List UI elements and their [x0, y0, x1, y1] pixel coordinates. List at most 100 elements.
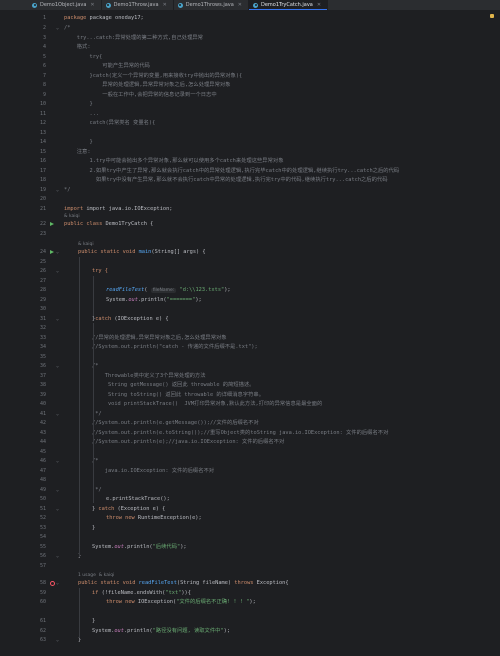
line-number[interactable]: 61 — [0, 617, 46, 626]
tab-demo1throw[interactable]: Demo1Throw.java ✕ — [102, 0, 174, 10]
line-number[interactable]: 49 — [0, 486, 46, 495]
close-icon[interactable]: ✕ — [163, 2, 167, 8]
breakpoint-icon[interactable] — [50, 581, 55, 586]
line-number[interactable]: 55 — [0, 543, 46, 552]
java-class-icon — [253, 2, 258, 8]
line-number[interactable]: 32 — [0, 324, 46, 333]
line-number-gutter[interactable]: 1 2 3 4 5 6 7 8 9 10 11 12 13 14 15 16 17 18 19 20 21 22 23 24 2… — [0, 11, 60, 656]
line-number[interactable]: 50 — [0, 495, 46, 504]
run-gutter-icon[interactable] — [50, 222, 54, 226]
line-number[interactable]: 18 — [0, 176, 46, 185]
fold-icon[interactable]: ⌄ — [56, 411, 59, 417]
line-number[interactable]: 9 — [0, 91, 46, 100]
line-number[interactable]: 25 — [0, 258, 46, 267]
indent-guide — [79, 588, 80, 638]
line-number[interactable]: 62 — [0, 627, 46, 636]
line-number[interactable]: 53 — [0, 524, 46, 533]
line-number[interactable]: 5 — [0, 53, 46, 62]
line-number[interactable]: 60 — [0, 598, 46, 607]
line-number[interactable]: 26 — [0, 267, 46, 276]
fold-icon[interactable]: ⌄ — [56, 25, 59, 31]
line-number[interactable]: 3 — [0, 34, 46, 43]
warning-indicator-icon[interactable] — [490, 14, 494, 18]
line-number[interactable]: 8 — [0, 81, 46, 90]
fold-icon[interactable]: ⌄ — [56, 268, 59, 274]
line-number[interactable]: 11 — [0, 110, 46, 119]
line-number[interactable]: 10 — [0, 100, 46, 109]
tab-demo1object[interactable]: Demo1Object.java ✕ — [28, 0, 102, 10]
code-line: 异常的处理逻辑,异常异常对象之后,怎么处理异常对象 — [64, 82, 231, 88]
line-number[interactable]: 14 — [0, 138, 46, 147]
tab-demo1throws[interactable]: Demo1Throws.java ✕ — [174, 0, 249, 10]
code-line: //System.out.println(e);//java.io.IOExce… — [92, 439, 285, 445]
line-number[interactable]: 30 — [0, 305, 46, 314]
close-icon[interactable]: ✕ — [238, 2, 242, 8]
line-number[interactable]: 17 — [0, 167, 46, 176]
line-number[interactable]: 51 — [0, 505, 46, 514]
line-number[interactable]: 56 — [0, 552, 46, 561]
line-number[interactable]: 42 — [0, 419, 46, 428]
code-line: //System.out.println("catch - 传递的文件后缀不是.… — [92, 344, 258, 350]
line-number[interactable]: 39 — [0, 391, 46, 400]
close-icon[interactable]: ✕ — [90, 2, 94, 8]
line-number[interactable]: 15 — [0, 148, 46, 157]
line-number[interactable]: 29 — [0, 296, 46, 305]
line-number[interactable]: 46 — [0, 457, 46, 466]
line-number[interactable]: 31 — [0, 315, 46, 324]
line-number[interactable]: 20 — [0, 195, 46, 204]
line-number[interactable]: 13 — [0, 129, 46, 138]
fold-icon[interactable]: ⌄ — [56, 363, 59, 369]
close-icon[interactable]: ✕ — [317, 2, 321, 8]
fold-icon[interactable]: ⌄ — [56, 580, 59, 586]
line-number[interactable]: 6 — [0, 62, 46, 71]
fold-icon[interactable]: ⌄ — [56, 553, 59, 559]
line-number[interactable]: 52 — [0, 514, 46, 523]
line-number[interactable]: 43 — [0, 429, 46, 438]
fold-icon[interactable]: ⌄ — [56, 249, 59, 255]
line-number[interactable]: 37 — [0, 372, 46, 381]
line-number[interactable]: 36 — [0, 362, 46, 371]
line-number[interactable]: 59 — [0, 589, 46, 598]
line-number[interactable]: 34 — [0, 343, 46, 352]
line-number[interactable]: 35 — [0, 353, 46, 362]
line-number[interactable]: 21 — [0, 205, 46, 214]
line-number[interactable]: 16 — [0, 157, 46, 166]
line-number[interactable]: 23 — [0, 230, 46, 239]
line-number[interactable]: 24 — [0, 248, 46, 257]
line-number[interactable]: 58 — [0, 579, 46, 588]
code-editor[interactable]: 1 2 3 4 5 6 7 8 9 10 11 12 13 14 15 16 17 18 19 20 21 22 23 24 2… — [0, 11, 500, 656]
line-number[interactable]: 41 — [0, 410, 46, 419]
line-number[interactable]: 27 — [0, 277, 46, 286]
fold-icon[interactable]: ⌄ — [56, 187, 59, 193]
line-number[interactable]: 7 — [0, 72, 46, 81]
line-number[interactable]: 44 — [0, 438, 46, 447]
code-line: try { — [92, 268, 108, 274]
code-text-area[interactable]: package package oneday17; /* try...catch… — [60, 11, 470, 656]
line-number[interactable]: 57 — [0, 562, 46, 571]
line-number[interactable]: 1 — [0, 14, 46, 23]
fold-icon[interactable]: ⌄ — [56, 458, 59, 464]
line-number[interactable]: 22 — [0, 220, 46, 229]
fold-icon[interactable]: ⌄ — [56, 316, 59, 322]
line-number[interactable]: 45 — [0, 448, 46, 457]
line-number[interactable]: 54 — [0, 533, 46, 542]
tab-demo1trycatch[interactable]: Demo1TryCatch.java ✕ — [249, 0, 329, 10]
line-number[interactable]: 33 — [0, 334, 46, 343]
line-number[interactable]: 40 — [0, 400, 46, 409]
fold-icon[interactable]: ⌄ — [56, 506, 59, 512]
run-gutter-icon[interactable] — [50, 250, 54, 254]
line-number[interactable]: 12 — [0, 119, 46, 128]
line-number[interactable]: 38 — [0, 381, 46, 390]
fold-icon[interactable]: ⌄ — [56, 637, 59, 643]
code-line: 如果try中没有产生异常,那么就不会执行catch中异常的处理逻辑,执行完try… — [64, 177, 388, 183]
code-line: 1.try中可能会抛出多个异常对象,那么就可以使用多个catch来处理这些异常对… — [64, 158, 284, 164]
line-number[interactable]: 4 — [0, 43, 46, 52]
line-number[interactable]: 48 — [0, 476, 46, 485]
line-number[interactable]: 2 — [0, 24, 46, 33]
line-number[interactable]: 28 — [0, 286, 46, 295]
line-number[interactable]: 63 — [0, 636, 46, 645]
line-number[interactable]: 47 — [0, 467, 46, 476]
code-line: /* — [64, 25, 71, 31]
fold-icon[interactable]: ⌄ — [56, 487, 59, 493]
line-number[interactable]: 19 — [0, 186, 46, 195]
